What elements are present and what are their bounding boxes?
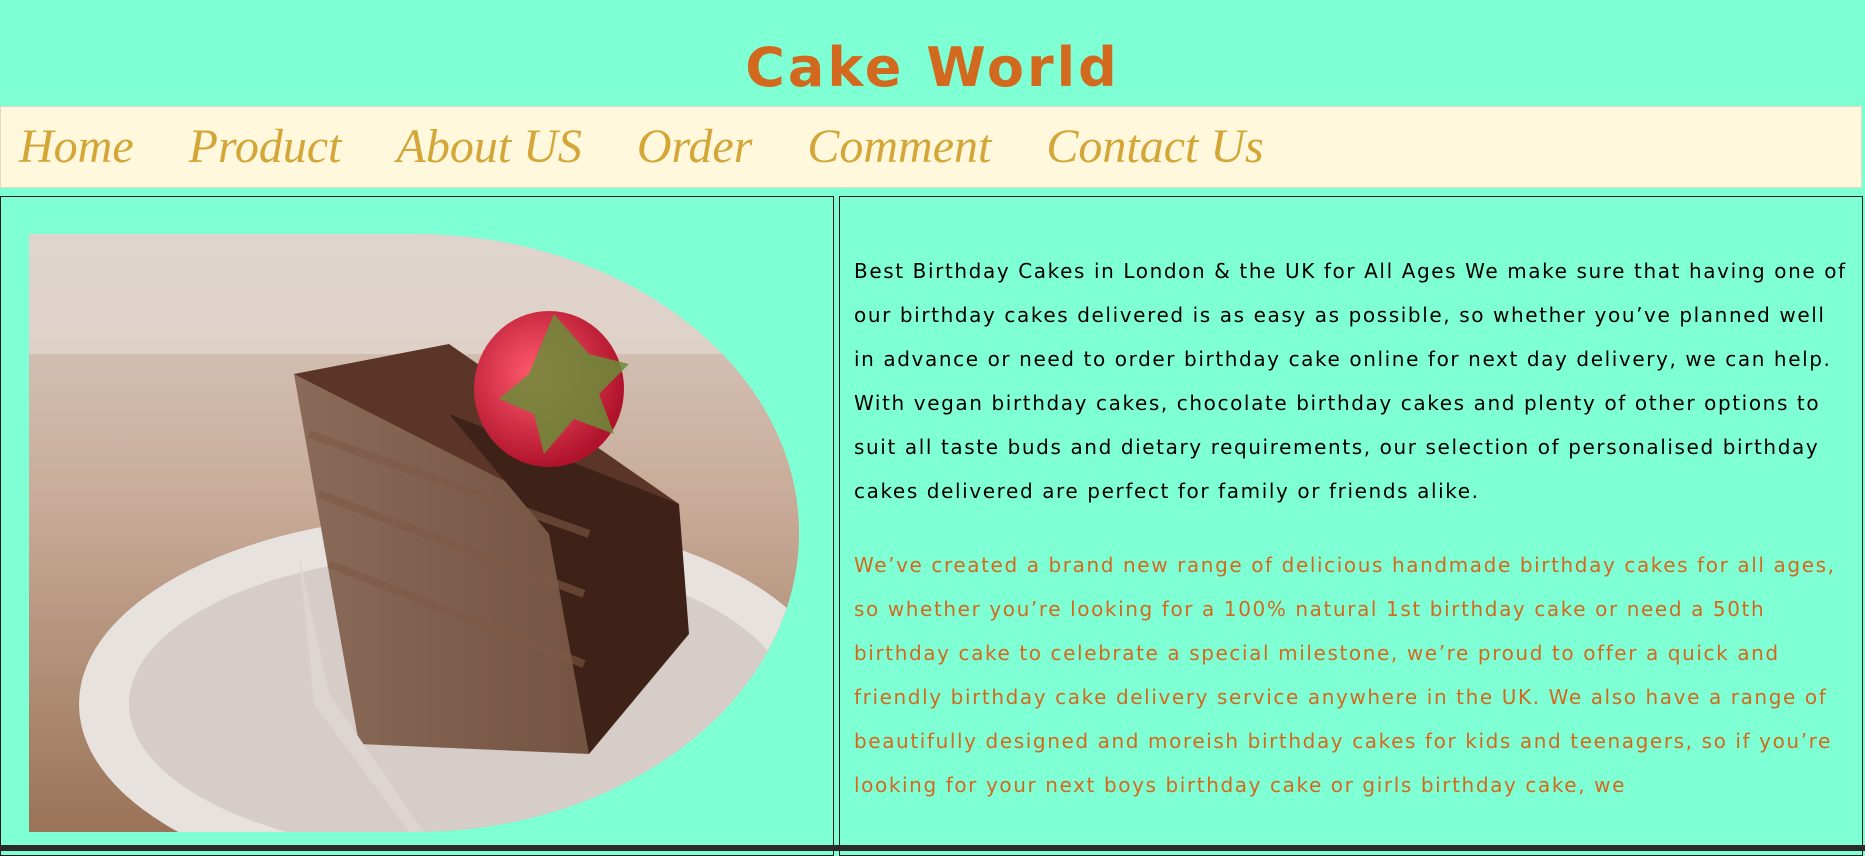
range-paragraph: We’ve created a brand new range of delic… <box>854 553 1836 797</box>
image-panel <box>0 196 834 856</box>
text-panel: Best Birthday Cakes in London & the UK f… <box>839 196 1863 856</box>
main-navigation: Home Product About US Order Comment Cont… <box>0 106 1862 188</box>
nav-product[interactable]: Product <box>189 123 342 171</box>
cake-image <box>29 234 799 832</box>
cake-slice-illustration <box>29 234 799 832</box>
site-title: Cake World <box>745 36 1120 99</box>
bottom-edge <box>0 845 1865 851</box>
intro-paragraph: Best Birthday Cakes in London & the UK f… <box>854 259 1847 503</box>
nav-order[interactable]: Order <box>637 123 753 171</box>
nav-contact-us[interactable]: Contact Us <box>1046 123 1263 171</box>
nav-about-us[interactable]: About US <box>397 123 582 171</box>
nav-comment[interactable]: Comment <box>807 123 991 171</box>
nav-home[interactable]: Home <box>19 123 134 171</box>
